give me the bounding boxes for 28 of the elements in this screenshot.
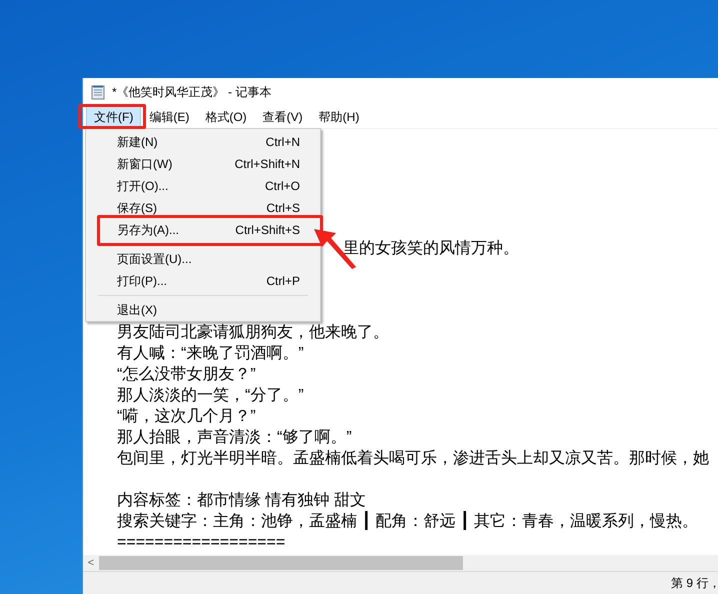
text-line: 那人抬眼，声音清淡：“够了啊。” xyxy=(117,429,352,446)
highlight-frame xyxy=(78,104,146,129)
text-line: 男友陆司北豪请狐朋狗友，他来晚了。 xyxy=(117,324,389,341)
cursor-position: 第 9 行， xyxy=(671,574,718,592)
menu-item[interactable]: 页面设置(U)... xyxy=(100,248,311,270)
menu-bar-item[interactable]: 编辑(E) xyxy=(141,106,198,128)
text-line: “怎么没带女朋友？” xyxy=(117,366,256,383)
text-line: 搜索关键字：主角：池铮，孟盛楠 ┃ 配角：舒远 ┃ 其它：青春，温暖系列，慢热。 xyxy=(117,513,698,530)
text-line: “嗬，这次几个月？” xyxy=(117,408,256,425)
text-line: ================== xyxy=(117,534,286,551)
menu-item[interactable]: 退出(X) xyxy=(100,299,311,321)
menu-bar-item[interactable]: 查看(V) xyxy=(254,106,311,128)
menu-item[interactable]: 打开(O)... Ctrl+O xyxy=(100,175,311,197)
text-line: 有人喊：“来晚了罚酒啊。” xyxy=(117,345,304,362)
notepad-icon xyxy=(91,84,106,100)
scrollbar-thumb[interactable] xyxy=(99,556,463,570)
text-line: 包间里，灯光半明半暗。孟盛楠低着头喝可乐，渗进舌头上却又凉又苦。那时候，她 xyxy=(117,450,709,467)
menu-item[interactable]: 新建(N) Ctrl+N xyxy=(100,131,311,153)
menu-bar-item[interactable]: 帮助(H) xyxy=(310,106,368,128)
window-title: *《他笑时风华正茂》 - 记事本 xyxy=(112,84,272,100)
text-line: 那人淡淡的一笑，“分了。” xyxy=(117,387,304,404)
text-line: 内容标签：都市情缘 情有独钟 甜文 xyxy=(117,492,366,509)
menu-item[interactable]: 保存(S) Ctrl+S xyxy=(100,197,311,219)
menu-item[interactable]: 另存为(A)... Ctrl+Shift+S xyxy=(100,219,311,241)
menu-item[interactable]: 新窗口(W) Ctrl+Shift+N xyxy=(100,153,311,175)
text-line: 里的女孩笑的风情万种。 xyxy=(343,240,519,257)
menu-bar-item[interactable]: 格式(O) xyxy=(197,106,255,128)
menu-item[interactable]: 打印(P)... Ctrl+P xyxy=(100,270,311,292)
